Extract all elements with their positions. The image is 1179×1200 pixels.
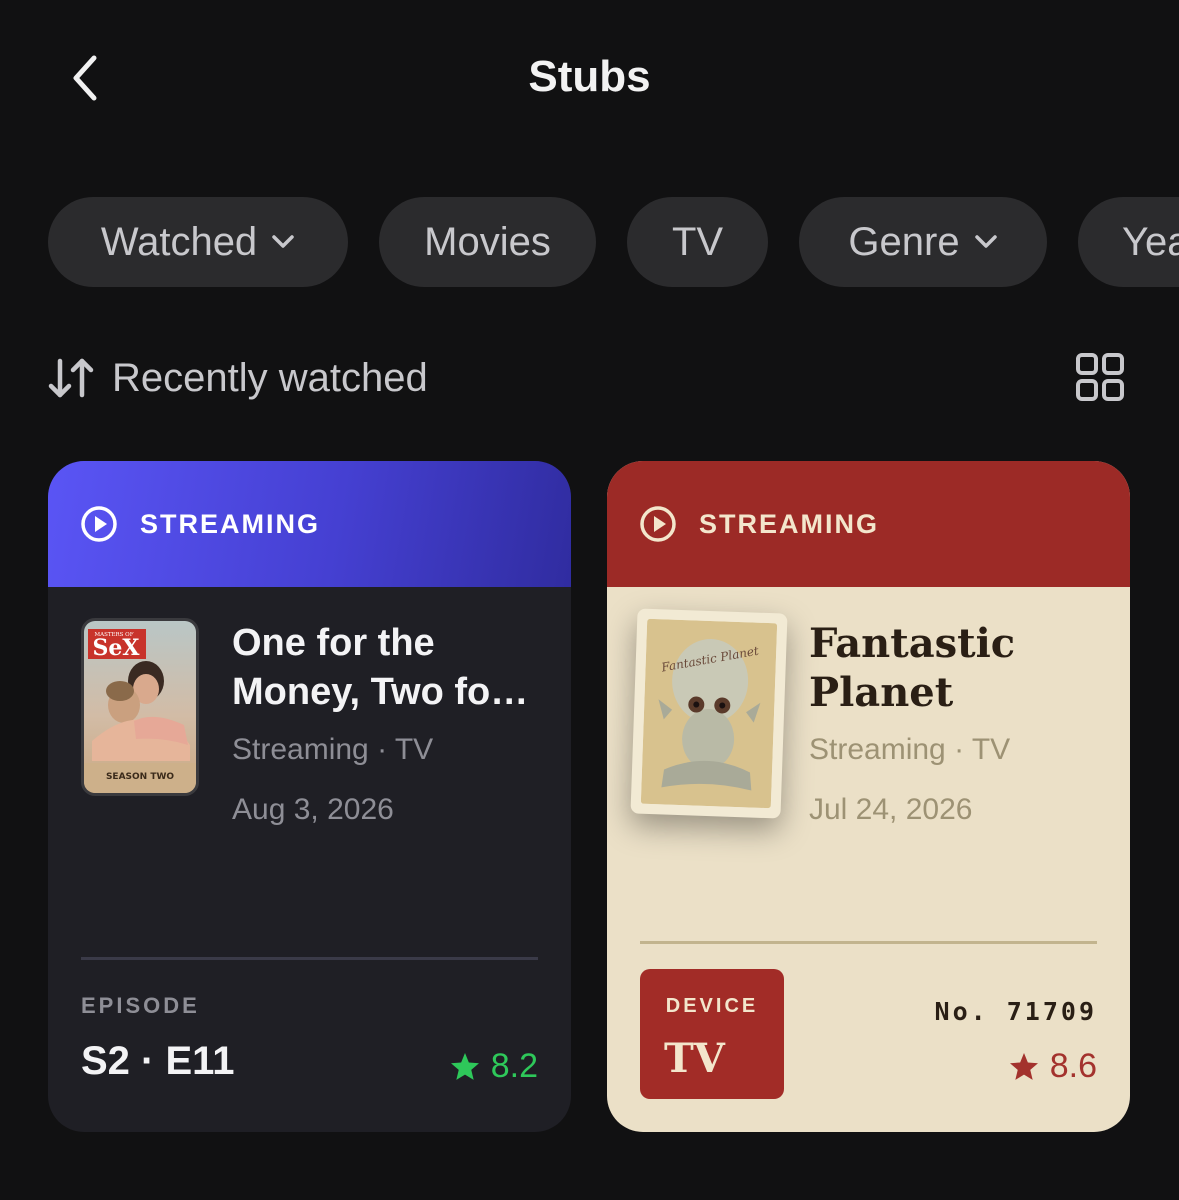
device-value: TV [664, 1035, 725, 1082]
device-badge: DEVICE TV [640, 969, 784, 1099]
divider [81, 957, 538, 960]
item-subtitle: Streaming · TV [809, 733, 1011, 766]
filter-chip-genre[interactable]: Genre [799, 197, 1047, 287]
sort-arrows-icon [48, 358, 94, 398]
item-title: Fantastic Planet [809, 620, 1016, 716]
filter-bar: Watched Movies TV Genre Yea [48, 197, 1179, 287]
card-header: STREAMING [48, 461, 571, 587]
filter-chip-year[interactable]: Yea [1078, 197, 1179, 287]
page-title: Stubs [528, 52, 651, 101]
kind-label: STREAMING [140, 508, 320, 539]
stub-card[interactable]: STREAMING Fantastic Planet Fantastic Pla… [607, 461, 1130, 1132]
stub-card[interactable]: STREAMING MASTERS OF SeX SEASON TWO One … [48, 461, 571, 1132]
rating: 8.6 [1008, 1047, 1097, 1086]
kind-label: STREAMING [699, 508, 879, 539]
play-circle-icon [640, 506, 676, 542]
rating: 8.2 [449, 1047, 538, 1086]
item-date: Jul 24, 2026 [809, 793, 973, 826]
sort-button[interactable]: Recently watched [48, 350, 428, 406]
play-circle-icon [81, 506, 117, 542]
rating-value: 8.2 [490, 1047, 538, 1085]
filter-chip-label: Genre [848, 219, 960, 264]
item-title: One for the Money, Two fo… [232, 622, 529, 713]
poster-logo-text: SeX [93, 635, 141, 661]
divider [640, 941, 1097, 944]
device-label: DEVICE [665, 995, 759, 1017]
episode-value: S2 · E11 [81, 1039, 235, 1083]
poster-image: MASTERS OF SeX SEASON TWO [81, 618, 199, 796]
poster-caption-text: SEASON TWO [106, 772, 174, 782]
rating-value: 8.6 [1049, 1047, 1097, 1085]
filter-chip-watched[interactable]: Watched [48, 197, 348, 287]
star-icon [1009, 1052, 1038, 1080]
chevron-down-icon [271, 234, 295, 250]
header: Stubs [0, 0, 1179, 160]
filter-chip-label: Yea [1122, 219, 1179, 264]
filter-chip-tv[interactable]: TV [627, 197, 768, 287]
item-subtitle: Streaming · TV [232, 733, 434, 766]
ticket-number: No. 71709 [934, 997, 1097, 1026]
sort-label: Recently watched [112, 355, 428, 400]
star-icon [450, 1052, 479, 1080]
filter-chip-label: TV [671, 219, 724, 264]
item-date: Aug 3, 2026 [232, 793, 394, 826]
card-header: STREAMING [607, 461, 1130, 587]
poster-image: Fantastic Planet [630, 608, 788, 819]
sort-bar: Recently watched [48, 350, 1131, 406]
chevron-down-icon [974, 234, 998, 250]
filter-chip-movies[interactable]: Movies [379, 197, 596, 287]
episode-label: EPISODE [81, 993, 200, 1018]
filter-chip-label: Watched [100, 219, 258, 264]
filter-chip-label: Movies [424, 219, 551, 264]
grid-icon [1076, 353, 1124, 401]
grid-view-button[interactable] [1075, 352, 1125, 402]
